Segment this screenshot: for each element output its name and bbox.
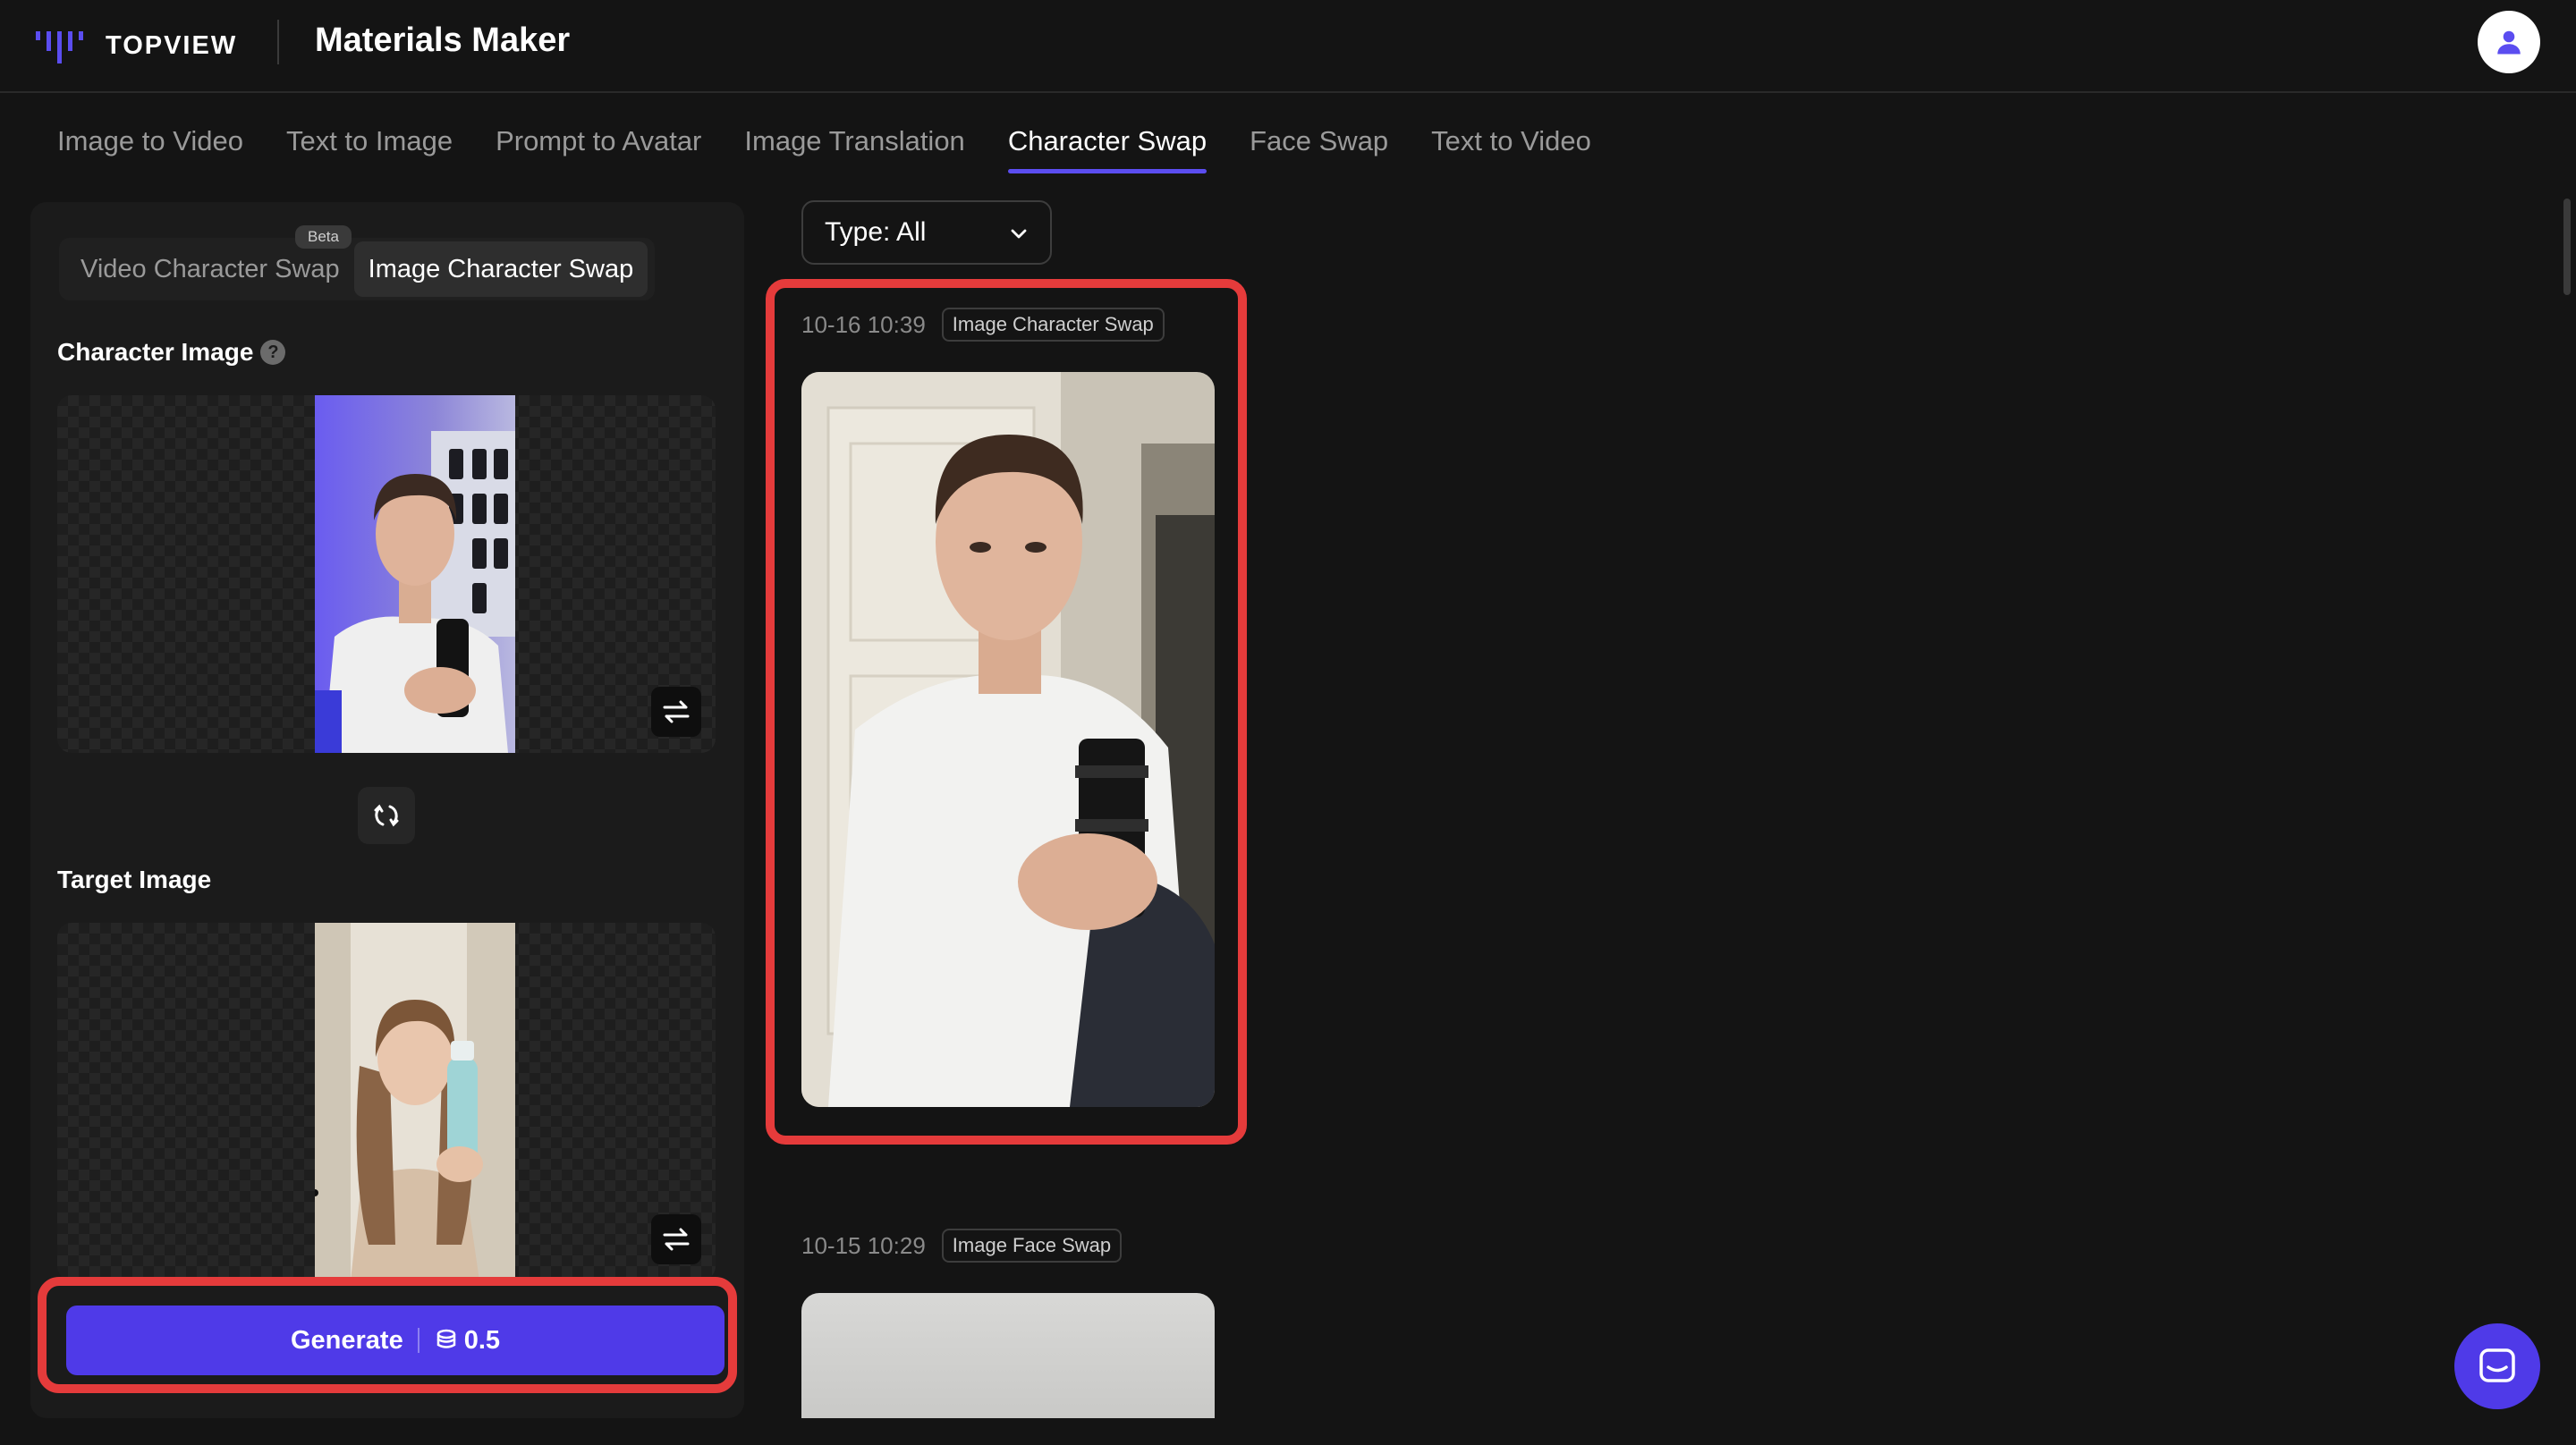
character-image-upload[interactable] [57,395,716,753]
header-divider [277,20,279,64]
result-meta: 10-15 10:29 Image Face Swap [801,1229,1123,1263]
replace-target-image-button[interactable] [651,1214,701,1264]
character-image-label-text: Character Image [57,338,254,366]
settings-panel: Video Character Swap Image Character Swa… [30,202,744,1418]
user-icon [2497,30,2521,55]
page-scrollbar[interactable] [2563,199,2571,295]
result-image[interactable] [801,372,1215,1107]
result-type-tag: Image Face Swap [941,1229,1123,1263]
tab-prompt-to-avatar[interactable]: Prompt to Avatar [496,120,701,173]
tab-text-to-video[interactable]: Text to Video [1431,120,1591,173]
subtab-image-character-swap[interactable]: Image Character Swap [353,241,648,297]
target-image-upload[interactable] [57,923,716,1280]
tab-character-swap[interactable]: Character Swap [1007,120,1208,173]
generate-button[interactable]: Generate 0.5 [66,1306,724,1375]
credits-icon [436,1329,455,1348]
support-chat-button[interactable] [2454,1323,2540,1409]
swap-mode-switch: Video Character Swap Image Character Swa… [59,238,656,300]
result-meta: 10-16 10:39 Image Character Swap [801,308,1165,342]
generate-separator [417,1328,419,1353]
swap-arrows-icon [663,1228,690,1251]
main-tabs: Image to Video Text to Image Prompt to A… [57,120,1634,173]
type-filter-value: Type: All [825,217,927,247]
character-image-label: Character Image ? [57,338,286,367]
tab-image-translation[interactable]: Image Translation [744,120,964,173]
swap-arrows-icon [663,700,690,723]
result-type-tag: Image Character Swap [941,308,1165,342]
generate-cost: 0.5 [463,1325,501,1355]
result-time: 10-15 10:29 [801,1231,926,1259]
top-header: TOPVIEW Materials Maker [0,0,2576,93]
tab-face-swap[interactable]: Face Swap [1250,120,1388,173]
help-icon[interactable]: ? [260,340,286,365]
target-image-preview [315,923,515,1280]
chat-icon [2479,1348,2515,1382]
generate-label: Generate [290,1325,403,1355]
subtab-video-character-swap[interactable]: Video Character Swap [66,241,354,297]
swap-images-button[interactable] [358,787,415,844]
tab-image-to-video[interactable]: Image to Video [57,120,243,173]
tab-text-to-image[interactable]: Text to Image [286,120,453,173]
type-filter-select[interactable]: Type: All [801,200,1052,265]
beta-badge: Beta [295,225,352,249]
topview-logo[interactable]: TOPVIEW [36,23,237,68]
user-avatar[interactable] [2478,11,2540,73]
refresh-swap-icon [374,804,399,827]
result-image[interactable] [801,1293,1215,1418]
topview-logo-icon [36,31,83,63]
chevron-down-icon [1011,229,1027,239]
replace-character-image-button[interactable] [651,687,701,737]
target-image-label: Target Image [57,866,212,893]
app-title: Materials Maker [315,21,571,59]
character-image-preview [315,395,515,753]
brand-name: TOPVIEW [106,30,238,60]
generate-highlight: Generate 0.5 [38,1277,737,1393]
result-time: 10-16 10:39 [801,310,926,338]
